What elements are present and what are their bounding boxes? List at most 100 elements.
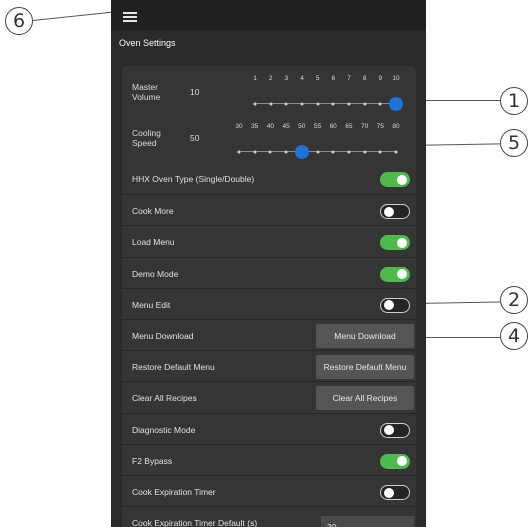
setting-label: HHX Oven Type (Single/Double) <box>132 174 255 184</box>
toggle-thumb <box>384 206 394 217</box>
setting-label: F2 Bypass <box>132 455 173 466</box>
master-volume-tick-labels: 1 2 3 4 5 6 7 8 9 10 <box>122 75 416 85</box>
setting-row-cook-expiration-timer-default-s: Cook Expiration Timer Default (s) 30 <box>122 506 416 527</box>
setting-label: Cook Expiration Timer <box>132 487 216 497</box>
toggle-thumb <box>384 487 394 498</box>
setting-row-demo-mode: Demo Mode <box>122 256 416 289</box>
setting-label: Menu Edit <box>132 299 171 310</box>
top-bar <box>111 0 426 30</box>
tick-label: 6 <box>331 75 336 82</box>
page-title: Oven Settings <box>119 38 176 48</box>
hhx-oven-type-single-double-toggle[interactable] <box>380 172 410 187</box>
slider-tick-dot <box>331 102 335 105</box>
cooling-speed-tick-labels: 30 35 40 45 50 55 60 65 70 75 80 <box>122 123 416 133</box>
setting-label: Load Menu <box>132 237 175 248</box>
tick-label: 75 <box>376 123 384 130</box>
setting-label: Restore Default Menu <box>132 362 215 373</box>
tick-label: 35 <box>251 123 259 130</box>
callout-6-line <box>32 11 113 21</box>
tick-label: 4 <box>300 75 304 82</box>
setting-row-hhx-oven-type-single-double: HHX Oven Type (Single/Double) <box>122 163 416 194</box>
tick-label: 50 <box>298 123 306 130</box>
slider-tick-dot <box>253 150 257 153</box>
setting-row-load-menu: Load Menu <box>122 225 416 257</box>
slider-thumb[interactable] <box>389 96 403 111</box>
tick-label: 9 <box>378 75 383 82</box>
slider-tick-dot <box>253 102 257 105</box>
setting-row-menu-edit: Menu Edit <box>122 287 416 320</box>
menu-download-button[interactable]: Menu Download <box>316 324 414 348</box>
setting-label: Clear All Recipes <box>132 393 197 404</box>
toggle-thumb <box>397 174 407 185</box>
tick-label: 65 <box>345 123 353 130</box>
slider-tick-dot <box>347 150 351 153</box>
tick-label: 45 <box>282 123 290 130</box>
tick-label: 3 <box>284 75 289 82</box>
slider-thumb[interactable] <box>294 144 309 159</box>
callout-2-line <box>413 301 500 304</box>
callout-1: 1 <box>500 87 528 115</box>
slider-tick-dot <box>378 150 382 153</box>
callout-6: 6 <box>5 7 33 35</box>
hamburger-menu-icon[interactable] <box>123 12 137 22</box>
app-panel: Oven Settings Master Volume 10 123456789… <box>111 0 426 527</box>
setting-row-cook-more: Cook More <box>122 194 416 226</box>
setting-label: Cook More <box>132 206 174 217</box>
callout-4-line <box>414 337 500 338</box>
settings-card: Master Volume 10 1 2 3 4 5 6 7 8 9 10 Cooling Spe… <box>122 66 416 527</box>
setting-row-clear-all-recipes: Clear All Recipes Clear All Recipes <box>122 381 416 413</box>
tick-label: 2 <box>268 75 273 82</box>
cook-expiration-timer-toggle[interactable] <box>380 485 410 500</box>
cooling-speed-slider[interactable] <box>122 144 416 159</box>
master-volume-track <box>255 103 396 104</box>
setting-label: Diagnostic Mode <box>132 424 196 435</box>
tick-label: 10 <box>392 75 400 82</box>
demo-mode-toggle[interactable] <box>380 266 410 282</box>
slider-tick-dot <box>300 102 304 105</box>
clear-all-recipes-button[interactable]: Clear All Recipes <box>316 386 414 411</box>
tick-label: 30 <box>235 123 243 130</box>
toggle-thumb <box>397 237 407 248</box>
setting-row-cook-expiration-timer: Cook Expiration Timer <box>122 475 416 507</box>
restore-default-menu-button[interactable]: Restore Default Menu <box>316 355 414 380</box>
diagnostic-mode-toggle[interactable] <box>380 422 410 438</box>
slider-tick-dot <box>284 102 288 105</box>
toggle-thumb <box>397 269 407 280</box>
tick-label: 80 <box>392 123 400 130</box>
callout-2: 2 <box>500 286 528 314</box>
cook-more-toggle[interactable] <box>380 204 410 220</box>
menu-edit-toggle[interactable] <box>380 297 410 313</box>
setting-row-restore-default-menu: Restore Default Menu Restore Default Menu <box>122 350 416 382</box>
callout-5: 5 <box>500 129 528 157</box>
slider-tick-dot <box>363 150 367 153</box>
cook-expiration-timer-default-s-input[interactable]: 30 <box>321 516 414 527</box>
f2-bypass-toggle[interactable] <box>380 453 410 469</box>
tick-label: 70 <box>360 123 369 130</box>
toggle-thumb <box>397 456 407 467</box>
slider-tick-dot <box>363 102 367 105</box>
setting-row-diagnostic-mode: Diagnostic Mode <box>122 412 416 445</box>
slider-tick-dot <box>394 150 398 153</box>
slider-tick-dot <box>378 102 382 105</box>
tick-label: 55 <box>313 123 322 130</box>
slider-tick-dot <box>347 102 351 105</box>
tick-label: 8 <box>362 75 367 82</box>
callout-4: 4 <box>500 322 528 350</box>
setting-row-menu-download: Menu Download Menu Download <box>122 319 416 351</box>
setting-label: Menu Download <box>132 331 194 341</box>
tick-label: 5 <box>315 75 320 82</box>
tick-label: 1 <box>253 75 257 82</box>
tick-label: 7 <box>347 75 351 82</box>
slider-tick-dot <box>268 150 272 153</box>
tick-label: 60 <box>329 123 337 130</box>
setting-label: Cook Expiration Timer Default (s) <box>132 518 258 527</box>
master-volume-slider[interactable] <box>122 96 416 111</box>
slider-tick-dot <box>331 150 335 153</box>
setting-label: Demo Mode <box>132 268 179 279</box>
setting-row-f2-bypass: F2 Bypass <box>122 443 416 476</box>
toggle-thumb <box>384 425 394 436</box>
tick-label: 40 <box>266 123 275 130</box>
load-menu-toggle[interactable] <box>380 235 410 251</box>
slider-tick-dot <box>269 102 273 105</box>
slider-tick-dot <box>316 150 319 153</box>
